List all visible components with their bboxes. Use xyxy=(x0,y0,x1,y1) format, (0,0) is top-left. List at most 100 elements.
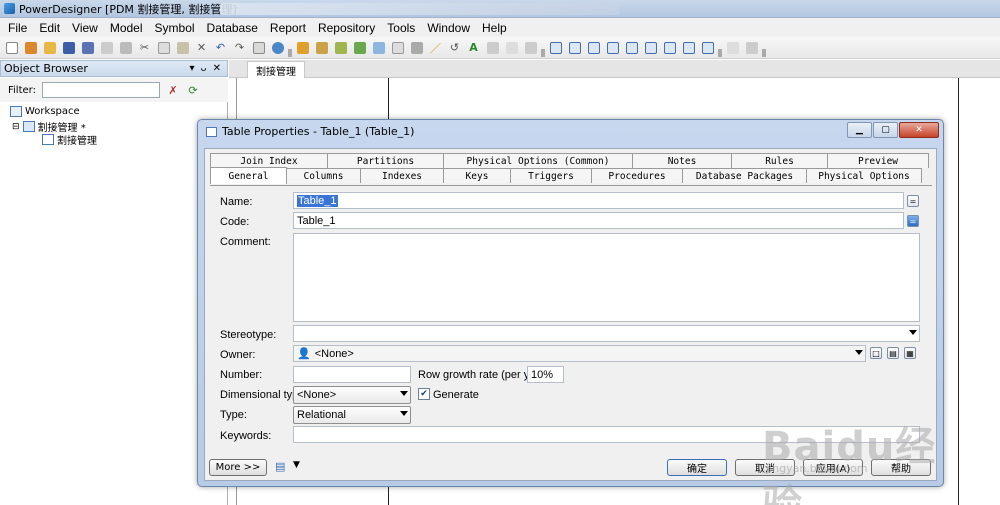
type-select[interactable]: Relational xyxy=(293,406,411,424)
cut-icon[interactable]: ✂ xyxy=(136,39,153,56)
toolbar-grip-2[interactable] xyxy=(541,48,545,57)
help-button[interactable]: 帮助 xyxy=(871,459,931,476)
number-field[interactable] xyxy=(293,366,411,383)
save-all-icon[interactable] xyxy=(79,39,96,56)
document-tab[interactable]: 割接管理 xyxy=(247,61,305,78)
preview-icon[interactable] xyxy=(724,39,741,56)
name-field[interactable]: Table_1 xyxy=(293,192,904,209)
cancel-button[interactable]: 取消 xyxy=(735,459,795,476)
tab-physical-options-common[interactable]: Physical Options (Common) xyxy=(443,153,633,168)
menu-options-icon[interactable]: ▤ xyxy=(275,460,285,473)
menu-file[interactable]: File xyxy=(2,21,33,35)
zoom-out-icon[interactable] xyxy=(547,39,564,56)
tree-item-workspace[interactable]: Workspace xyxy=(10,106,80,117)
tab-database-packages[interactable]: Database Packages xyxy=(682,168,807,183)
tab-keys[interactable]: Keys xyxy=(443,168,511,183)
menu-report[interactable]: Report xyxy=(264,21,312,35)
new-icon[interactable] xyxy=(3,39,20,56)
code-field[interactable]: Table_1 xyxy=(293,212,904,229)
arc-icon[interactable] xyxy=(503,39,520,56)
tab-notes[interactable]: Notes xyxy=(632,153,732,168)
save-icon[interactable] xyxy=(60,39,77,56)
menu-help[interactable]: Help xyxy=(476,21,513,35)
open-icon[interactable] xyxy=(22,39,39,56)
paste-icon[interactable] xyxy=(174,39,191,56)
table-icon[interactable] xyxy=(313,39,330,56)
owner-properties-button[interactable]: ▤ xyxy=(887,347,899,359)
pin-icon[interactable]: ᴗ xyxy=(200,63,206,74)
export-icon[interactable] xyxy=(743,39,760,56)
tab-preview[interactable]: Preview xyxy=(827,153,929,168)
view-icon[interactable] xyxy=(332,39,349,56)
delete-icon[interactable]: ✕ xyxy=(193,39,210,56)
apply-button[interactable]: 应用(A) xyxy=(803,459,863,476)
chevron-down-icon[interactable]: ▼ xyxy=(293,460,300,470)
panel-close-icon[interactable]: ✕ xyxy=(213,63,221,74)
comment-icon[interactable] xyxy=(661,39,678,56)
picture-icon[interactable] xyxy=(484,39,501,56)
copy-icon[interactable] xyxy=(155,39,172,56)
code-equals-button[interactable]: = xyxy=(907,215,919,227)
zoom-fit-icon[interactable] xyxy=(566,39,583,56)
properties-icon[interactable] xyxy=(250,39,267,56)
redo-icon[interactable]: ↷ xyxy=(231,39,248,56)
toolbar-grip[interactable] xyxy=(288,48,292,57)
tab-physical-options[interactable]: Physical Options xyxy=(806,168,922,183)
menu-view[interactable]: View xyxy=(66,21,104,35)
zoom-in-icon[interactable] xyxy=(522,39,539,56)
check-model-icon[interactable] xyxy=(269,39,286,56)
owner-create-button[interactable]: □ xyxy=(870,347,882,359)
tab-rules[interactable]: Rules xyxy=(731,153,828,168)
row-growth-field[interactable]: 10% xyxy=(527,366,564,383)
print2-icon[interactable] xyxy=(699,39,716,56)
page-icon[interactable] xyxy=(604,39,621,56)
print-preview-icon[interactable] xyxy=(98,39,115,56)
undo-icon[interactable]: ↶ xyxy=(212,39,229,56)
keywords-field[interactable] xyxy=(293,426,920,443)
collapse-icon[interactable]: ⊟ xyxy=(12,122,20,132)
procedure-icon[interactable] xyxy=(351,39,368,56)
clear-filter-icon[interactable]: ✗ xyxy=(166,83,180,97)
menu-model[interactable]: Model xyxy=(104,21,149,35)
reference-icon[interactable] xyxy=(370,39,387,56)
refresh-icon[interactable]: ⟳ xyxy=(186,83,200,97)
tab-columns[interactable]: Columns xyxy=(286,168,361,183)
arrow-icon[interactable]: ／ xyxy=(427,39,444,56)
maximize-button[interactable]: ▢ xyxy=(873,122,898,138)
grid-icon[interactable] xyxy=(585,39,602,56)
menu-edit[interactable]: Edit xyxy=(33,21,66,35)
tree-item-diagram[interactable]: 割接管理 xyxy=(42,132,97,147)
menu-symbol[interactable]: Symbol xyxy=(149,21,201,35)
find-icon[interactable] xyxy=(680,39,697,56)
menu-repository[interactable]: Repository xyxy=(312,21,381,35)
close-button[interactable]: ✕ xyxy=(899,122,939,138)
tab-join-index[interactable]: Join Index xyxy=(210,153,328,168)
polyline-icon[interactable]: ↺ xyxy=(446,39,463,56)
menu-tools[interactable]: Tools xyxy=(381,21,421,35)
name-equals-button[interactable]: = xyxy=(907,195,919,207)
tab-general[interactable]: General xyxy=(210,167,287,184)
tab-procedures[interactable]: Procedures xyxy=(591,168,683,183)
tab-indexes[interactable]: Indexes xyxy=(360,168,444,183)
minimize-button[interactable]: ▁ xyxy=(847,122,872,138)
generate-checkbox[interactable]: ✔ xyxy=(418,388,430,400)
menu-window[interactable]: Window xyxy=(421,21,476,35)
stereotype-combo[interactable] xyxy=(293,325,920,342)
select-icon[interactable] xyxy=(623,39,640,56)
folder-icon[interactable] xyxy=(41,39,58,56)
dimensional-type-select[interactable]: <None> xyxy=(293,386,411,404)
more-button[interactable]: More >> xyxy=(209,459,267,476)
owner-combo[interactable]: 👤 <None> xyxy=(293,345,866,362)
tab-partitions[interactable]: Partitions xyxy=(327,153,444,168)
text-icon[interactable]: A xyxy=(465,39,482,56)
toolbar-grip-4[interactable] xyxy=(762,48,766,57)
menu-database[interactable]: Database xyxy=(201,21,264,35)
print-icon[interactable] xyxy=(117,39,134,56)
comment-textarea[interactable] xyxy=(293,233,920,322)
tab-triggers[interactable]: Triggers xyxy=(510,168,592,183)
note-icon[interactable] xyxy=(642,39,659,56)
ok-button[interactable]: 确定 xyxy=(667,459,727,476)
link-icon[interactable] xyxy=(389,39,406,56)
panel-dropdown-icon[interactable]: ▾ xyxy=(189,63,194,74)
toolbar-grip-3[interactable] xyxy=(718,48,722,57)
